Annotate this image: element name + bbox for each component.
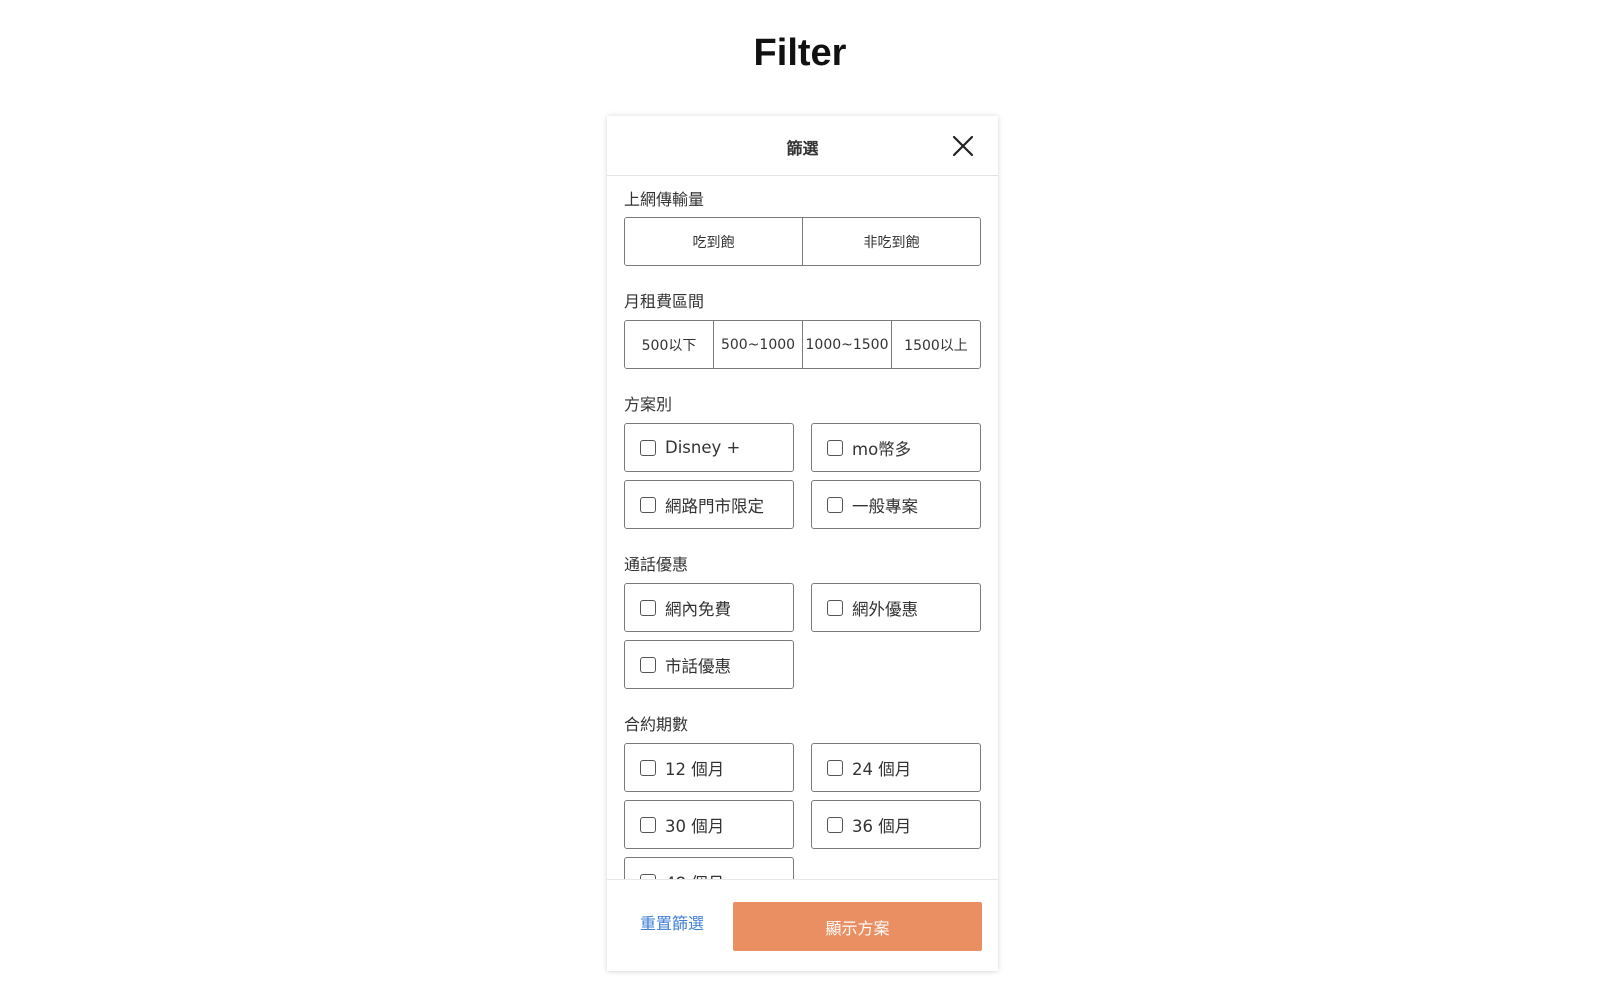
segment-limited[interactable]: 非吃到飽 [803, 218, 980, 265]
section-label-contract-term: 合約期數 [624, 715, 689, 734]
checkbox-label: 市話優惠 [665, 656, 731, 676]
filter-body[interactable]: 上網傳輸量 吃到飽 非吃到飽 月租費區間 500以下 500~1000 1000… [607, 177, 998, 971]
checkbox-icon[interactable] [827, 599, 843, 616]
section-label-plan-type: 方案別 [624, 395, 673, 414]
panel-header: 篩選 [607, 116, 998, 176]
checkbox-icon[interactable] [827, 496, 843, 513]
checkbox-icon[interactable] [640, 759, 656, 776]
checkbox-label: 30 個月 [665, 816, 725, 836]
segment-fee-1000-1500[interactable]: 1000~1500 [803, 321, 892, 368]
checkbox-label: 網路門市限定 [665, 496, 764, 516]
page-title: Filter [753, 32, 847, 74]
checkbox-icon[interactable] [640, 439, 656, 456]
checkbox-call-off-net[interactable]: 網外優惠 [811, 583, 981, 632]
checkbox-plan-disney[interactable]: Disney + [624, 423, 794, 472]
panel-heading: 篩選 [786, 139, 819, 158]
checkbox-icon[interactable] [640, 496, 656, 513]
checkbox-term-24[interactable]: 24 個月 [811, 743, 981, 792]
segment-fee-under-500[interactable]: 500以下 [625, 321, 714, 368]
checkbox-term-30[interactable]: 30 個月 [624, 800, 794, 849]
checkbox-term-12[interactable]: 12 個月 [624, 743, 794, 792]
segment-fee-500-1000[interactable]: 500~1000 [714, 321, 803, 368]
section-label-data-usage: 上網傳輸量 [624, 190, 705, 209]
checkbox-icon[interactable] [827, 816, 843, 833]
checkbox-icon[interactable] [640, 656, 656, 673]
checkbox-icon[interactable] [827, 759, 843, 776]
monthly-fee-segment-group: 500以下 500~1000 1000~1500 1500以上 [624, 320, 981, 369]
checkbox-call-landline[interactable]: 市話優惠 [624, 640, 794, 689]
checkbox-plan-mo-coin[interactable]: mo幣多 [811, 423, 981, 472]
checkbox-label: 網外優惠 [852, 599, 918, 619]
checkbox-label: 一般專案 [852, 496, 918, 516]
checkbox-term-36[interactable]: 36 個月 [811, 800, 981, 849]
section-label-monthly-fee: 月租費區間 [624, 292, 705, 311]
checkbox-label: 12 個月 [665, 759, 725, 779]
checkbox-icon[interactable] [640, 599, 656, 616]
close-button[interactable] [950, 133, 976, 159]
close-icon [952, 135, 974, 157]
checkbox-call-on-net-free[interactable]: 網內免費 [624, 583, 794, 632]
panel-footer: 重置篩選 顯示方案 [607, 879, 998, 971]
checkbox-icon[interactable] [640, 816, 656, 833]
filter-panel: 篩選 上網傳輸量 吃到飽 非吃到飽 月租費區間 500以下 500~1000 1… [607, 116, 998, 971]
segment-unlimited[interactable]: 吃到飽 [625, 218, 803, 265]
segment-fee-over-1500[interactable]: 1500以上 [892, 321, 980, 368]
checkbox-label: 網內免費 [665, 599, 731, 619]
checkbox-plan-general[interactable]: 一般專案 [811, 480, 981, 529]
checkbox-plan-online-store[interactable]: 網路門市限定 [624, 480, 794, 529]
checkbox-label: Disney + [665, 438, 741, 457]
checkbox-label: 36 個月 [852, 816, 912, 836]
checkbox-label: 24 個月 [852, 759, 912, 779]
data-usage-segment-group: 吃到飽 非吃到飽 [624, 217, 981, 266]
reset-filter-button[interactable]: 重置篩選 [640, 912, 704, 936]
checkbox-icon[interactable] [827, 439, 843, 456]
section-label-call-offer: 通話優惠 [624, 555, 689, 574]
show-plans-button[interactable]: 顯示方案 [733, 902, 982, 951]
checkbox-label: mo幣多 [852, 439, 912, 459]
